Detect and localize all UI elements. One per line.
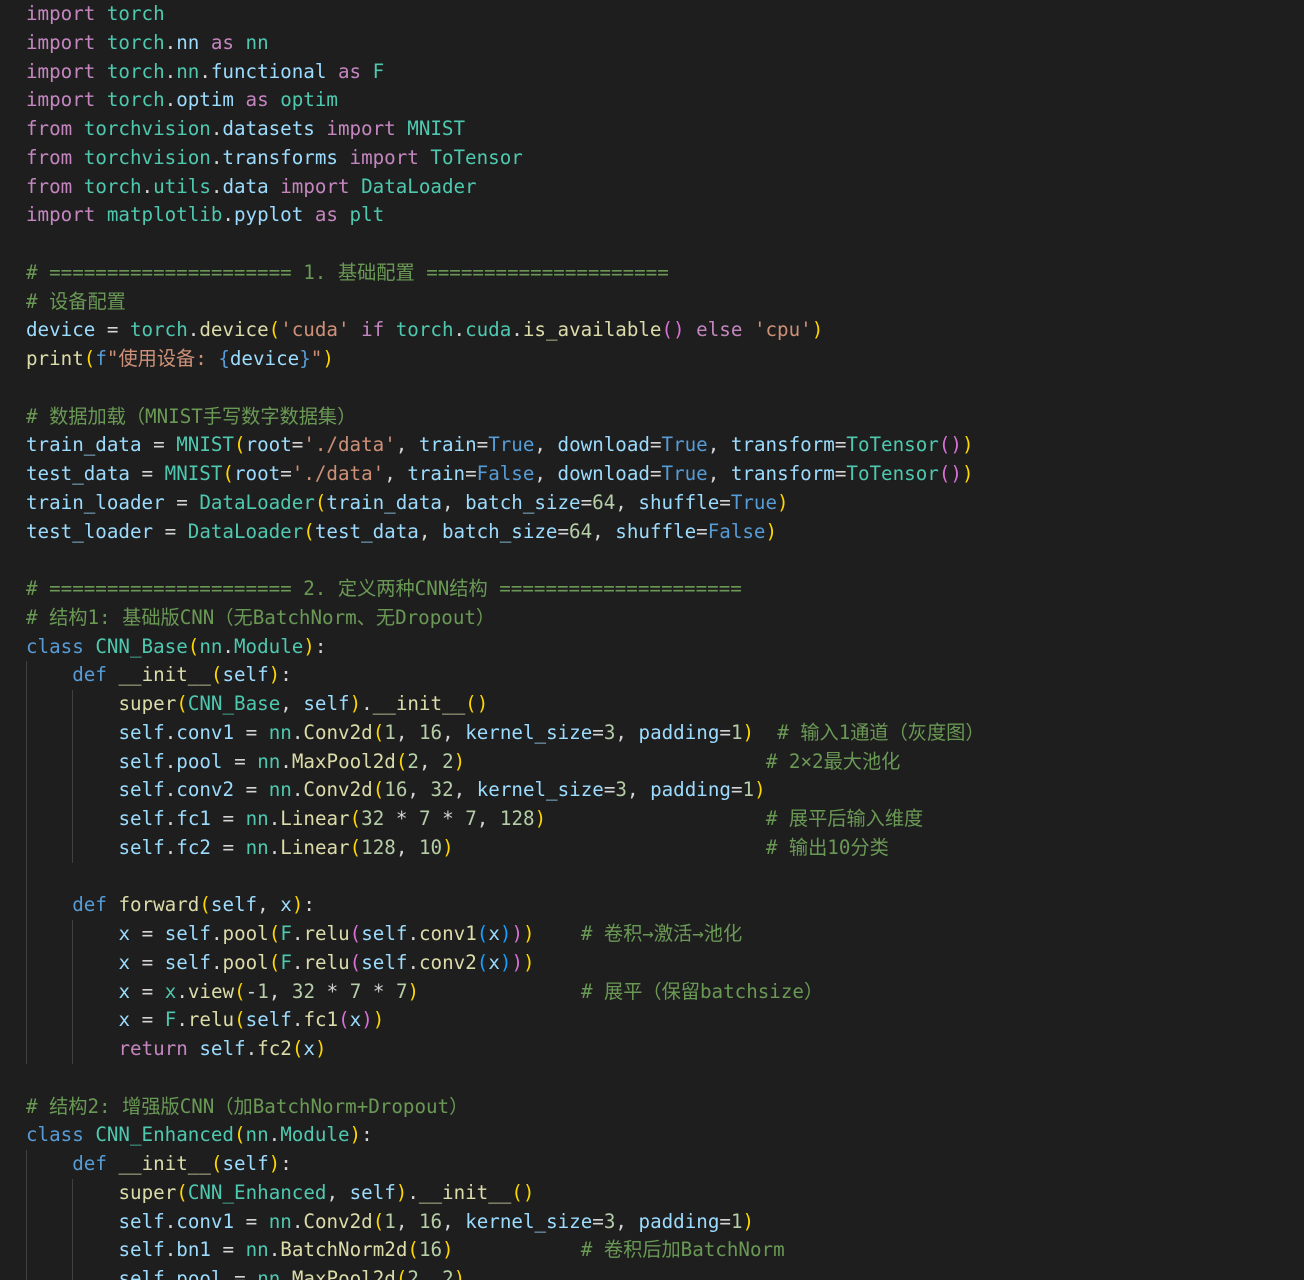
code-line[interactable]: super(CNN_Base, self).__init__() xyxy=(26,690,985,719)
code-line[interactable]: x = x.view(-1, 32 * 7 * 7) # 展平（保留batchs… xyxy=(26,978,985,1007)
code-line[interactable]: def forward(self, x): xyxy=(26,891,985,920)
indent-guide xyxy=(26,661,27,1064)
indent-guide xyxy=(26,1150,27,1280)
code-line[interactable]: self.pool = nn.MaxPool2d(2, 2) xyxy=(26,1265,985,1280)
code-line[interactable]: self.pool = nn.MaxPool2d(2, 2) # 2×2最大池化 xyxy=(26,748,985,777)
code-line[interactable]: return self.fc2(x) xyxy=(26,1035,985,1064)
code-line[interactable]: self.bn1 = nn.BatchNorm2d(16) # 卷积后加Batc… xyxy=(26,1236,985,1265)
code-area[interactable]: import torch import torch.nn as nn import … xyxy=(26,0,985,1280)
code-line[interactable]: # 结构1: 基础版CNN（无BatchNorm、无Dropout） xyxy=(26,604,985,633)
code-line[interactable]: import torch.nn as nn xyxy=(26,29,985,58)
code-line[interactable]: ​ xyxy=(26,230,985,259)
code-line[interactable]: class CNN_Base(nn.Module): xyxy=(26,633,985,662)
code-line[interactable]: ​ xyxy=(26,546,985,575)
code-line[interactable]: train_loader = DataLoader(train_data, ba… xyxy=(26,489,985,518)
code-line[interactable]: class CNN_Enhanced(nn.Module): xyxy=(26,1121,985,1150)
code-line[interactable]: def __init__(self): xyxy=(26,661,985,690)
code-line[interactable]: x = F.relu(self.fc1(x)) xyxy=(26,1006,985,1035)
code-editor[interactable]: import torch import torch.nn as nn import … xyxy=(0,0,1304,1280)
code-line[interactable]: # ===================== 1. 基础配置 ========… xyxy=(26,259,985,288)
code-line[interactable]: self.conv1 = nn.Conv2d(1, 16, kernel_siz… xyxy=(26,719,985,748)
code-line[interactable]: # 结构2: 增强版CNN（加BatchNorm+Dropout） xyxy=(26,1093,985,1122)
code-line[interactable]: # 数据加载（MNIST手写数字数据集） xyxy=(26,403,985,432)
code-line[interactable]: train_data = MNIST(root='./data', train=… xyxy=(26,431,985,460)
code-line[interactable]: from torchvision.datasets import MNIST xyxy=(26,115,985,144)
code-line[interactable]: ​ xyxy=(26,1064,985,1093)
indent-guide xyxy=(72,690,74,863)
code-line[interactable]: def __init__(self): xyxy=(26,1150,985,1179)
code-line[interactable]: # 设备配置 xyxy=(26,288,985,317)
indent-guide xyxy=(72,920,74,1064)
code-line[interactable]: device = torch.device('cuda' if torch.cu… xyxy=(26,316,985,345)
indent-guide xyxy=(72,1178,74,1280)
code-line[interactable]: from torchvision.transforms import ToTen… xyxy=(26,144,985,173)
code-line[interactable]: print(f"使用设备: {device}") xyxy=(26,345,985,374)
code-line[interactable]: self.fc1 = nn.Linear(32 * 7 * 7, 128) # … xyxy=(26,805,985,834)
code-line[interactable]: import torch.optim as optim xyxy=(26,86,985,115)
code-line[interactable]: import torch xyxy=(26,0,985,29)
code-line[interactable]: self.conv2 = nn.Conv2d(16, 32, kernel_si… xyxy=(26,776,985,805)
code-line[interactable]: import torch.nn.functional as F xyxy=(26,58,985,87)
code-line[interactable]: self.fc2 = nn.Linear(128, 10) # 输出10分类 xyxy=(26,834,985,863)
code-line[interactable]: from torch.utils.data import DataLoader xyxy=(26,173,985,202)
code-line[interactable]: ​ xyxy=(26,374,985,403)
code-line[interactable]: x = self.pool(F.relu(self.conv1(x))) # 卷… xyxy=(26,920,985,949)
code-line[interactable]: x = self.pool(F.relu(self.conv2(x))) xyxy=(26,949,985,978)
code-line[interactable]: test_loader = DataLoader(test_data, batc… xyxy=(26,518,985,547)
code-line[interactable]: test_data = MNIST(root='./data', train=F… xyxy=(26,460,985,489)
code-line[interactable]: # ===================== 2. 定义两种CNN结构 ===… xyxy=(26,575,985,604)
code-line[interactable]: ​ xyxy=(26,863,985,892)
code-line[interactable]: super(CNN_Enhanced, self).__init__() xyxy=(26,1179,985,1208)
code-line[interactable]: import matplotlib.pyplot as plt xyxy=(26,201,985,230)
code-line[interactable]: self.conv1 = nn.Conv2d(1, 16, kernel_siz… xyxy=(26,1208,985,1237)
